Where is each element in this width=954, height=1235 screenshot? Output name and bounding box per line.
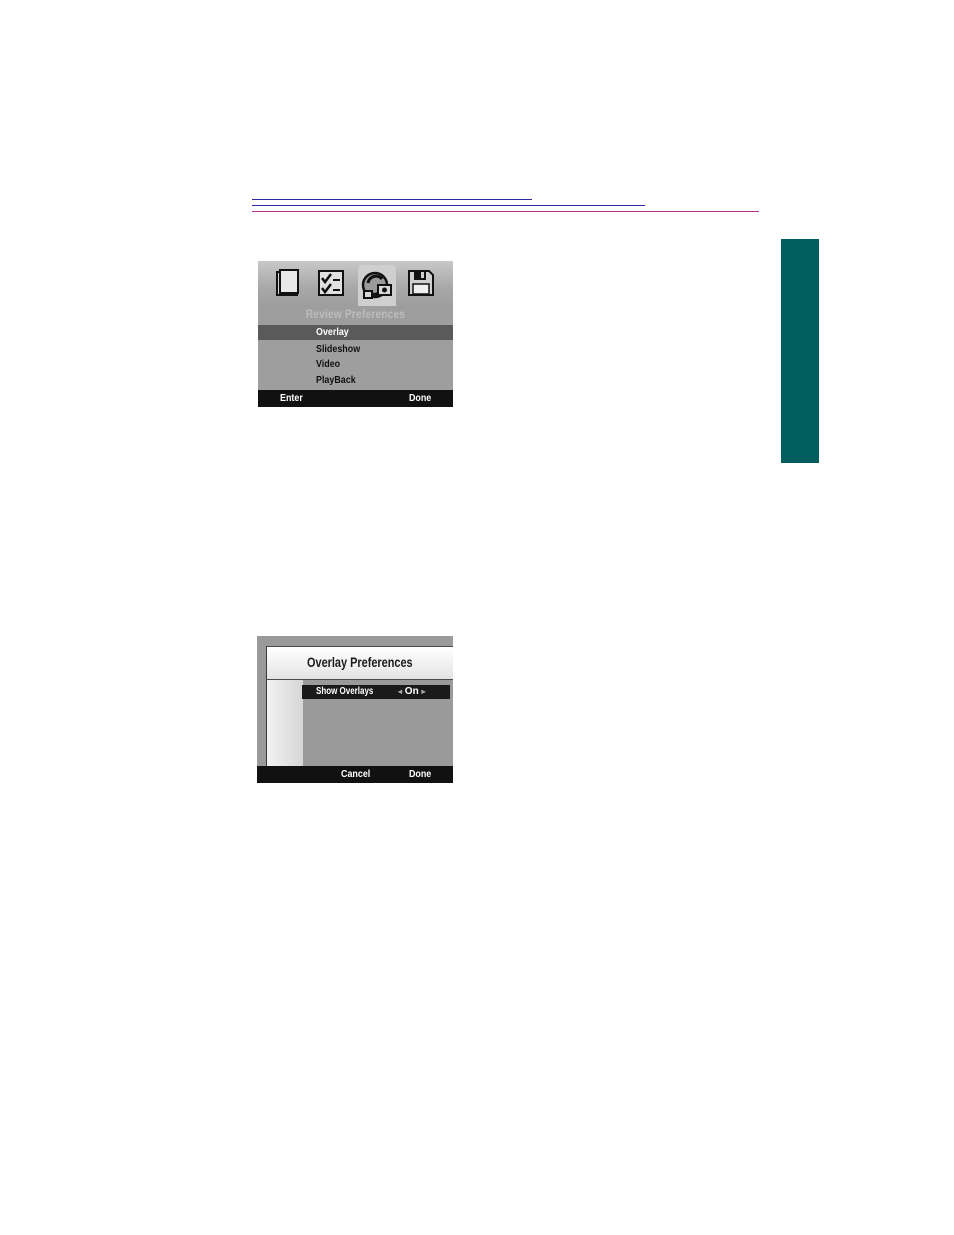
section-tab bbox=[781, 239, 819, 463]
done-softkey[interactable]: Done bbox=[409, 766, 431, 783]
disk-icon[interactable] bbox=[406, 267, 436, 299]
menu-title: Review Preferences bbox=[305, 307, 406, 321]
setting-value: On bbox=[404, 686, 419, 697]
chevron-right-icon[interactable]: ▸ bbox=[421, 687, 425, 696]
menu-item-label: Overlay bbox=[316, 326, 349, 338]
menu-item-label: PlayBack bbox=[316, 374, 356, 386]
preferences-icon[interactable] bbox=[358, 265, 396, 306]
menu-item-label: Video bbox=[316, 358, 341, 370]
review-preferences-screen: Review Preferences Overlay Slideshow Vid… bbox=[258, 261, 453, 407]
cancel-softkey[interactable]: Cancel bbox=[341, 766, 370, 783]
header-rule-1 bbox=[252, 199, 532, 200]
chevron-left-icon[interactable]: ◂ bbox=[398, 687, 402, 696]
screen-title: Overlay Preferences bbox=[307, 654, 413, 670]
softkey-bar: Enter Done bbox=[258, 390, 453, 407]
menu-item-playback[interactable]: PlayBack bbox=[258, 373, 453, 388]
menu-item-label: Slideshow bbox=[316, 343, 361, 355]
done-softkey[interactable]: Done bbox=[409, 390, 431, 407]
overlay-preferences-screen: Overlay Preferences Show Overlays ◂ On ▸… bbox=[257, 636, 453, 783]
setting-label: Show Overlays bbox=[316, 686, 374, 697]
setting-value-selector[interactable]: ◂ On ▸ bbox=[398, 685, 425, 699]
softkey-bar: Cancel Done bbox=[257, 766, 453, 783]
checklist-icon[interactable] bbox=[316, 267, 346, 299]
enter-softkey[interactable]: Enter bbox=[280, 390, 303, 407]
icon-tab-strip bbox=[258, 261, 453, 306]
menu-item-slideshow[interactable]: Slideshow bbox=[258, 342, 453, 357]
screen-header: Overlay Preferences bbox=[266, 646, 453, 680]
menu-item-overlay[interactable]: Overlay bbox=[258, 325, 453, 340]
show-overlays-setting[interactable]: Show Overlays ◂ On ▸ bbox=[302, 685, 450, 699]
menu-item-video[interactable]: Video bbox=[258, 357, 453, 372]
header-rule-3 bbox=[252, 211, 759, 212]
header-rule-2 bbox=[252, 205, 645, 206]
folder-icon[interactable] bbox=[273, 267, 303, 299]
